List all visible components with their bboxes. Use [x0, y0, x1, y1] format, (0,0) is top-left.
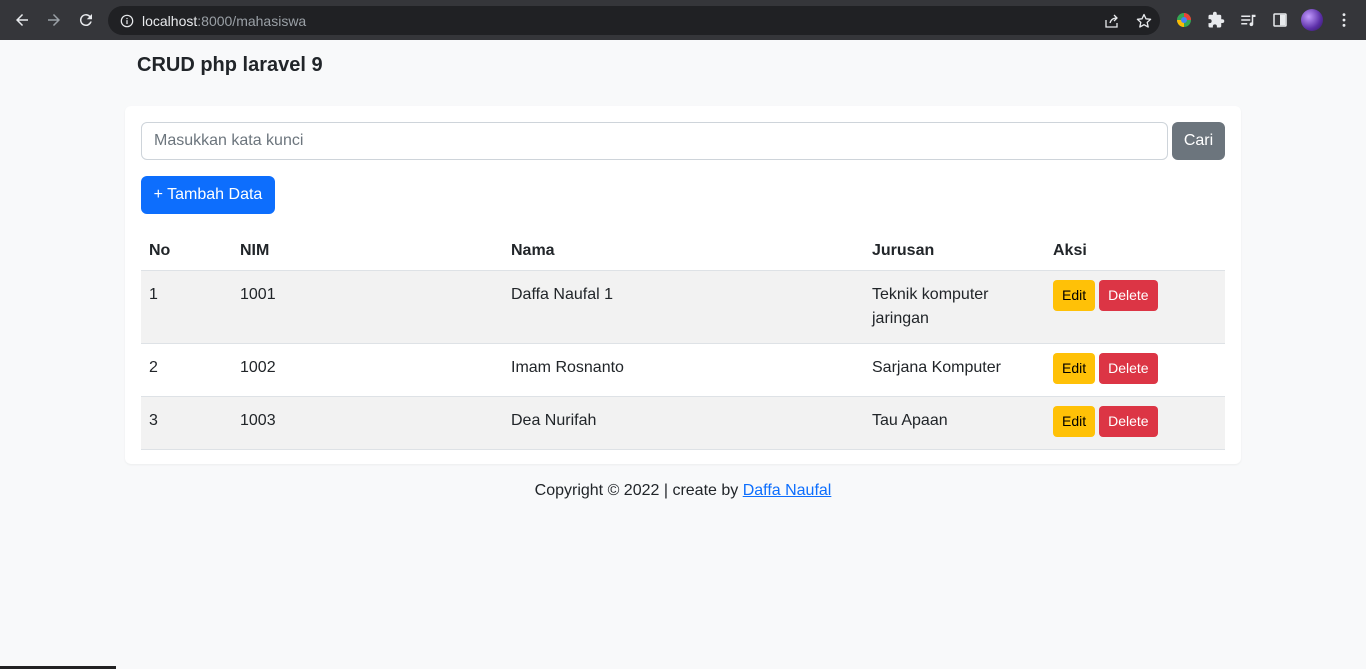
cell-aksi: Edit Delete [1045, 343, 1225, 397]
edit-button[interactable]: Edit [1053, 405, 1096, 437]
delete-button[interactable]: Delete [1099, 405, 1158, 437]
reload-button[interactable] [70, 4, 102, 36]
footer: Copyright © 2022 | create by Daffa Naufa… [0, 482, 1366, 500]
cell-nim: 1002 [232, 343, 503, 397]
search-input[interactable] [141, 122, 1168, 160]
cell-nim: 1003 [232, 396, 503, 450]
cell-no: 3 [141, 396, 232, 450]
cell-aksi: Edit Delete [1045, 396, 1225, 450]
side-panel-icon[interactable] [1271, 11, 1289, 29]
students-table: No NIM Nama Jurusan Aksi 1 1001 Daffa Na… [141, 230, 1225, 450]
edit-button[interactable]: Edit [1053, 352, 1096, 384]
info-icon[interactable] [120, 14, 134, 28]
page-title: CRUD php laravel 9 [137, 54, 323, 76]
edit-button[interactable]: Edit [1053, 279, 1096, 311]
back-arrow-icon [16, 14, 28, 26]
search-form: Cari [141, 122, 1225, 160]
add-data-button[interactable]: + Tambah Data [141, 176, 275, 214]
cell-nama: Daffa Naufal 1 [503, 270, 864, 344]
table-row: 2 1002 Imam Rosnanto Sarjana Komputer Ed… [141, 343, 1225, 397]
header-aksi: Aksi [1045, 230, 1225, 271]
extensions-puzzle-icon[interactable] [1207, 11, 1225, 29]
table-header-row: No NIM Nama Jurusan Aksi [141, 230, 1225, 271]
delete-button[interactable]: Delete [1099, 279, 1158, 311]
cell-jurusan: Teknik komputer jaringan [864, 270, 1045, 344]
cell-no: 2 [141, 343, 232, 397]
header-no: No [141, 230, 232, 271]
cell-jurusan: Tau Apaan [864, 396, 1045, 450]
forward-arrow-icon [48, 14, 60, 26]
main-card: Cari + Tambah Data No NIM Nama Jurusan A… [125, 106, 1241, 464]
cell-no: 1 [141, 270, 232, 344]
address-bar[interactable]: localhost:8000/mahasiswa [108, 6, 1160, 35]
cell-aksi: Edit Delete [1045, 270, 1225, 344]
profile-avatar[interactable] [1301, 9, 1323, 31]
back-button[interactable] [6, 4, 38, 36]
table-row: 3 1003 Dea Nurifah Tau Apaan Edit Delete [141, 396, 1225, 450]
header-nama: Nama [503, 230, 864, 271]
search-button[interactable]: Cari [1172, 122, 1225, 160]
delete-button[interactable]: Delete [1099, 352, 1158, 384]
cell-nim: 1001 [232, 270, 503, 344]
browser-toolbar: localhost:8000/mahasiswa [0, 0, 1366, 40]
footer-text: Copyright © 2022 | create by [534, 482, 739, 499]
media-queue-icon[interactable] [1239, 11, 1257, 29]
url-text: localhost:8000/mahasiswa [142, 12, 307, 29]
header-nim: NIM [232, 230, 503, 271]
cell-nama: Imam Rosnanto [503, 343, 864, 397]
table-row: 1 1001 Daffa Naufal 1 Teknik komputer ja… [141, 270, 1225, 344]
kebab-menu-icon[interactable] [1336, 12, 1352, 28]
forward-button[interactable] [38, 4, 70, 36]
share-icon[interactable] [1104, 13, 1120, 29]
footer-author-link[interactable]: Daffa Naufal [743, 482, 832, 499]
reload-icon [79, 14, 92, 27]
bookmark-star-icon[interactable] [1136, 13, 1152, 29]
cell-nama: Dea Nurifah [503, 396, 864, 450]
cell-jurusan: Sarjana Komputer [864, 343, 1045, 397]
extension-colorful-icon[interactable] [1175, 11, 1193, 29]
header-jurusan: Jurusan [864, 230, 1045, 271]
